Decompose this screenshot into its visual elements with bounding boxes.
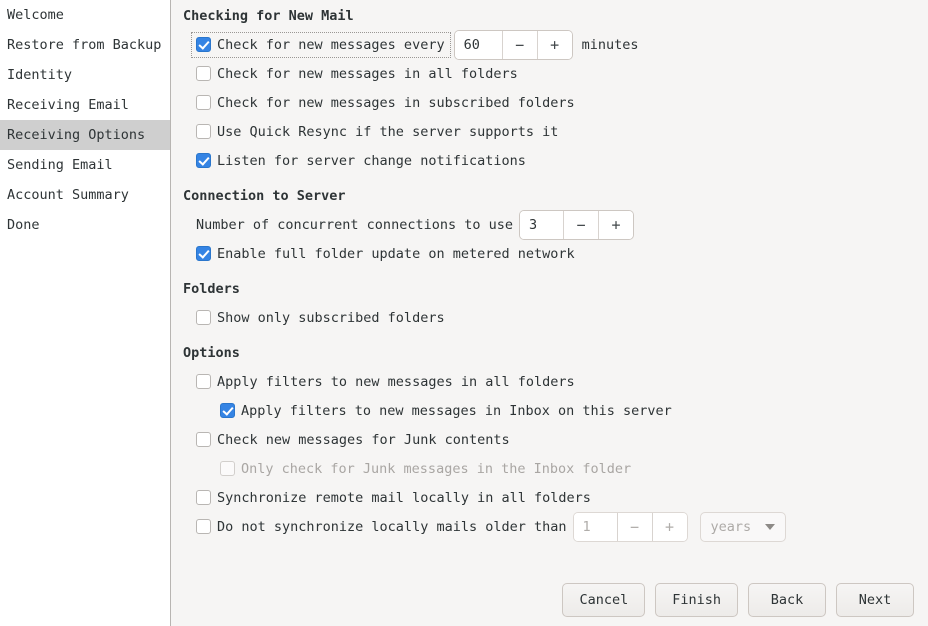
- section-title-folders: Folders: [183, 279, 916, 300]
- row-metered-network[interactable]: Enable full folder update on metered net…: [183, 239, 916, 268]
- label-check-junk-contents: Check new messages for Junk contents: [217, 432, 510, 448]
- checkbox-check-subscribed-folders[interactable]: [196, 95, 211, 110]
- label-check-all-folders: Check for new messages in all folders: [217, 66, 518, 82]
- row-apply-filters-inbox[interactable]: Apply filters to new messages in Inbox o…: [183, 396, 916, 425]
- section-title-checking-for-new-mail: Checking for New Mail: [183, 6, 916, 27]
- sidebar-item-receiving-options[interactable]: Receiving Options: [0, 120, 170, 150]
- dropdown-mail-age-unit: years: [700, 512, 787, 542]
- wizard-sidebar: Welcome Restore from Backup Identity Rec…: [0, 0, 171, 626]
- row-show-subscribed-folders[interactable]: Show only subscribed folders: [183, 303, 916, 332]
- row-apply-filters-all-folders[interactable]: Apply filters to new messages in all fol…: [183, 367, 916, 396]
- label-apply-filters-inbox: Apply filters to new messages in Inbox o…: [241, 403, 672, 419]
- label-do-not-synchronize-older-than: Do not synchronize locally mails older t…: [217, 519, 567, 535]
- sidebar-item-account-summary[interactable]: Account Summary: [0, 180, 170, 210]
- label-listen-for-server-change-notifications: Listen for server change notifications: [217, 153, 526, 169]
- checkbox-listen-for-server-change-notifications[interactable]: [196, 153, 211, 168]
- sidebar-item-done[interactable]: Done: [0, 210, 170, 240]
- sidebar-item-label: Receiving Options: [7, 127, 145, 143]
- sidebar-item-sending-email[interactable]: Sending Email: [0, 150, 170, 180]
- sidebar-item-label: Sending Email: [7, 157, 113, 173]
- account-setup-wizard: Welcome Restore from Backup Identity Rec…: [0, 0, 928, 626]
- label-enable-full-folder-update-metered: Enable full folder update on metered net…: [217, 246, 575, 262]
- checkbox-apply-filters-inbox[interactable]: [220, 403, 235, 418]
- label-synchronize-remote-mail: Synchronize remote mail locally in all f…: [217, 490, 591, 506]
- sidebar-item-label: Receiving Email: [7, 97, 129, 113]
- spinner-check-interval-value[interactable]: 60: [455, 31, 502, 59]
- finish-button[interactable]: Finish: [655, 583, 738, 617]
- checkbox-check-all-folders[interactable]: [196, 66, 211, 81]
- row-check-subscribed-folders[interactable]: Check for new messages in subscribed fol…: [183, 88, 916, 117]
- checkbox-synchronize-remote-mail[interactable]: [196, 490, 211, 505]
- dropdown-mail-age-unit-value: years: [711, 519, 752, 535]
- checkbox-only-check-junk-inbox: [220, 461, 235, 476]
- spinner-mail-age-plus-button: +: [652, 513, 687, 541]
- back-button[interactable]: Back: [748, 583, 826, 617]
- sidebar-item-label: Done: [7, 217, 40, 233]
- receiving-options-panel: Checking for New Mail Check for new mess…: [171, 0, 928, 626]
- label-minutes-unit: minutes: [582, 37, 639, 53]
- spinner-concurrent-connections-minus-button[interactable]: −: [563, 211, 598, 239]
- check-interval-focus-group[interactable]: Check for new messages every: [194, 35, 448, 55]
- row-listen-notifications[interactable]: Listen for server change notifications: [183, 146, 916, 175]
- sidebar-item-label: Restore from Backup: [7, 37, 161, 53]
- row-check-all-folders[interactable]: Check for new messages in all folders: [183, 59, 916, 88]
- spinner-concurrent-connections[interactable]: 3 − +: [519, 210, 634, 240]
- spinner-concurrent-connections-value[interactable]: 3: [520, 211, 563, 239]
- chevron-down-icon: [765, 524, 775, 530]
- label-show-only-subscribed-folders: Show only subscribed folders: [217, 310, 445, 326]
- sidebar-item-label: Welcome: [7, 7, 64, 23]
- row-synchronize-remote-mail[interactable]: Synchronize remote mail locally in all f…: [183, 483, 916, 512]
- checkbox-use-quick-resync[interactable]: [196, 124, 211, 139]
- sidebar-item-label: Account Summary: [7, 187, 129, 203]
- sidebar-item-label: Identity: [7, 67, 72, 83]
- spinner-check-interval[interactable]: 60 − +: [454, 30, 573, 60]
- cancel-button[interactable]: Cancel: [562, 583, 645, 617]
- spinner-concurrent-connections-plus-button[interactable]: +: [598, 211, 633, 239]
- checkbox-show-only-subscribed-folders[interactable]: [196, 310, 211, 325]
- label-check-subscribed-folders: Check for new messages in subscribed fol…: [217, 95, 575, 111]
- next-button[interactable]: Next: [836, 583, 914, 617]
- wizard-button-bar: Cancel Finish Back Next: [562, 583, 914, 617]
- label-apply-filters-all-folders: Apply filters to new messages in all fol…: [217, 374, 575, 390]
- spinner-mail-age-value: 1: [574, 513, 617, 541]
- sidebar-item-receiving-email[interactable]: Receiving Email: [0, 90, 170, 120]
- label-concurrent-connections: Number of concurrent connections to use: [196, 217, 513, 233]
- checkbox-enable-full-folder-update-metered[interactable]: [196, 246, 211, 261]
- row-do-not-synchronize-older-than: Do not synchronize locally mails older t…: [183, 512, 916, 541]
- checkbox-check-junk-contents[interactable]: [196, 432, 211, 447]
- label-use-quick-resync: Use Quick Resync if the server supports …: [217, 124, 558, 140]
- spinner-check-interval-minus-button[interactable]: −: [502, 31, 537, 59]
- row-concurrent-connections: Number of concurrent connections to use …: [183, 210, 916, 239]
- label-check-for-new-messages-every: Check for new messages every: [217, 37, 445, 53]
- section-title-options: Options: [183, 343, 916, 364]
- checkbox-do-not-synchronize-older-than[interactable]: [196, 519, 211, 534]
- spinner-mail-age-minus-button: −: [617, 513, 652, 541]
- row-check-junk-contents[interactable]: Check new messages for Junk contents: [183, 425, 916, 454]
- row-quick-resync[interactable]: Use Quick Resync if the server supports …: [183, 117, 916, 146]
- sidebar-item-welcome[interactable]: Welcome: [0, 0, 170, 30]
- section-title-connection-to-server: Connection to Server: [183, 186, 916, 207]
- spinner-check-interval-plus-button[interactable]: +: [537, 31, 572, 59]
- spinner-mail-age: 1 − +: [573, 512, 688, 542]
- sidebar-item-identity[interactable]: Identity: [0, 60, 170, 90]
- row-only-check-junk-inbox: Only check for Junk messages in the Inbo…: [183, 454, 916, 483]
- checkbox-apply-filters-all-folders[interactable]: [196, 374, 211, 389]
- sidebar-item-restore-from-backup[interactable]: Restore from Backup: [0, 30, 170, 60]
- checkbox-check-for-new-messages-every[interactable]: [196, 37, 211, 52]
- row-check-interval: Check for new messages every 60 − + minu…: [183, 30, 916, 59]
- label-only-check-junk-inbox: Only check for Junk messages in the Inbo…: [241, 461, 631, 477]
